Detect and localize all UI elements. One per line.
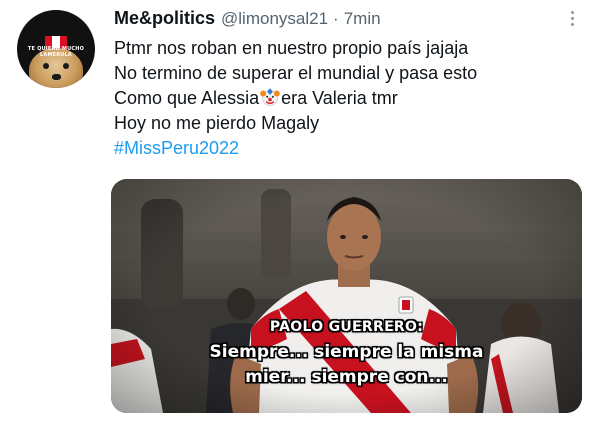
meme-subtitle-line-1: Siempre... siempre la misma bbox=[209, 342, 484, 362]
tweet-line-3-start: Como que Alessia bbox=[114, 88, 260, 108]
avatar[interactable]: TE QUIERO MUCHO LAMERULA bbox=[17, 10, 95, 88]
tweet-header: Me&politics @limonysal21 · 7min bbox=[114, 8, 381, 30]
user-handle[interactable]: @limonysal21 bbox=[221, 9, 328, 29]
avatar-text: TE QUIERO MUCHO LAMERULA bbox=[27, 46, 85, 58]
tweet-line-4: Hoy no me pierdo Magaly bbox=[114, 113, 320, 133]
display-name[interactable]: Me&politics bbox=[114, 8, 215, 29]
timestamp[interactable]: 7min bbox=[344, 9, 381, 29]
tweet-line-3-end: era Valeria tmr bbox=[281, 88, 398, 108]
tweet-line-3: Como que Alessia era Valeria tmr bbox=[114, 86, 584, 111]
more-options-icon[interactable] bbox=[560, 6, 584, 30]
tweet-text: Ptmr nos roban en nuestro propio país ja… bbox=[114, 36, 584, 161]
tweet-line-2: No termino de superar el mundial y pasa … bbox=[114, 63, 478, 83]
tweet-media[interactable]: PAOLO GUERRERO: Siempre... siempre la mi… bbox=[111, 179, 582, 413]
separator: · bbox=[333, 9, 339, 28]
meme-speaker-caption: PAOLO GUERRERO: bbox=[269, 319, 424, 335]
hashtag-link[interactable]: #MissPeru2022 bbox=[114, 136, 584, 161]
tweet-line-1: Ptmr nos roban en nuestro propio país ja… bbox=[114, 38, 469, 58]
meme-subtitle-line-2: mier... siempre con... bbox=[245, 367, 448, 387]
clown-face-icon bbox=[260, 88, 280, 106]
tweet: TE QUIERO MUCHO LAMERULA Me&politics @li… bbox=[0, 0, 600, 426]
